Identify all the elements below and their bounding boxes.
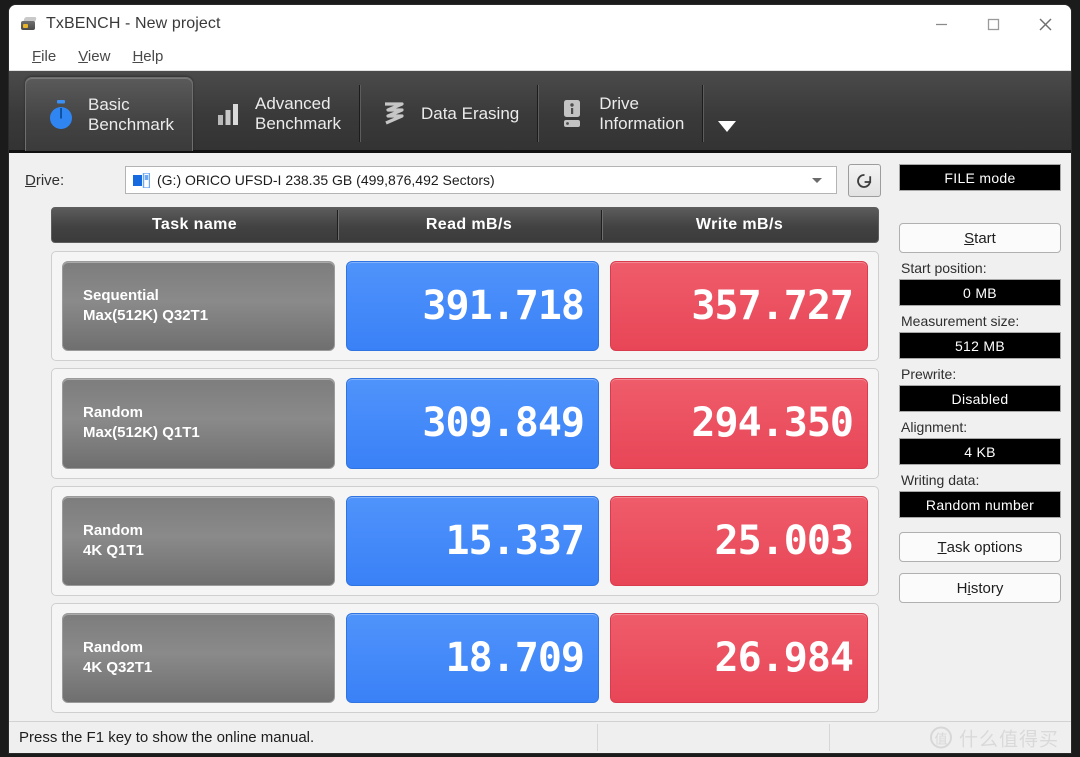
window-controls xyxy=(915,5,1071,43)
status-divider xyxy=(597,724,598,751)
menu-file-label: F xyxy=(32,48,42,65)
minimize-button[interactable] xyxy=(915,5,967,43)
prewrite-value[interactable]: Disabled xyxy=(899,385,1061,412)
column-header-write: Write mB/s xyxy=(601,210,878,240)
menu-view[interactable]: View xyxy=(67,46,121,67)
refresh-button[interactable] xyxy=(848,163,881,197)
measurement-size-label: Measurement size: xyxy=(901,313,1020,329)
read-value-cell: 391.718 xyxy=(346,261,599,352)
write-value-cell: 294.350 xyxy=(610,378,868,469)
writing-data-value[interactable]: Random number xyxy=(899,491,1061,518)
drive-select[interactable]: (G:) ORICO UFSD-I 238.35 GB (499,876,492… xyxy=(125,166,837,194)
task-name-line1: Random xyxy=(83,404,143,422)
drive-label: Drive: xyxy=(25,171,65,189)
task-name-line2: 4K Q32T1 xyxy=(83,658,153,676)
task-name-cell[interactable]: Random Max(512K) Q1T1 xyxy=(62,378,335,469)
write-value-cell: 357.727 xyxy=(610,261,868,352)
hdd-icon xyxy=(20,15,38,33)
tab-overflow-button[interactable] xyxy=(702,77,752,150)
write-value-cell: 26.984 xyxy=(610,612,868,703)
task-name-line1: Sequential xyxy=(83,287,159,305)
start-position-label: Start position: xyxy=(901,260,987,276)
column-header-read: Read mB/s xyxy=(337,210,601,240)
task-name-cell[interactable]: Sequential Max(512K) Q32T1 xyxy=(62,261,335,352)
bar-chart-icon xyxy=(211,95,245,133)
tab-basic-benchmark[interactable]: Basic Benchmark xyxy=(25,77,193,151)
write-value-cell: 25.003 xyxy=(610,495,868,586)
settings-sidebar: FILE mode Start Start position: 0 MB Mea… xyxy=(893,153,1071,721)
start-position-value[interactable]: 0 MB xyxy=(899,279,1061,306)
close-button[interactable] xyxy=(1019,5,1071,43)
task-name-line1: Random xyxy=(83,638,143,656)
disk-drive-icon xyxy=(133,171,151,189)
task-name-line2: Max(512K) Q1T1 xyxy=(83,424,200,442)
tab-basic-benchmark-label: Basic Benchmark xyxy=(88,94,174,134)
menu-help-rest: elp xyxy=(143,48,164,65)
file-mode-button[interactable]: FILE mode xyxy=(899,164,1061,191)
tab-advanced-benchmark-label: Advanced Benchmark xyxy=(254,93,341,133)
menu-help[interactable]: Help xyxy=(121,46,174,67)
read-value-cell: 18.709 xyxy=(346,612,599,703)
watermark-badge: 值 xyxy=(929,726,952,749)
tab-advanced-benchmark[interactable]: Advanced Benchmark xyxy=(193,77,359,150)
drive-selector-row: Drive: (G:) ORICO UFSD-I 238.35 GB (499,… xyxy=(9,153,893,207)
menu-file-rest: ile xyxy=(41,48,57,65)
task-name-cell[interactable]: Random 4K Q1T1 xyxy=(62,495,335,586)
table-body: Sequential Max(512K) Q32T1 391.718 357.7… xyxy=(51,251,879,721)
status-bar: Press the F1 key to show the online manu… xyxy=(9,721,1071,753)
column-header-task-name: Task name xyxy=(151,216,238,233)
status-divider xyxy=(829,724,830,751)
chevron-down-icon xyxy=(812,178,822,183)
drive-value: (G:) ORICO UFSD-I 238.35 GB (499,876,492… xyxy=(157,172,495,188)
alignment-value[interactable]: 4 KB xyxy=(899,438,1061,465)
task-name-line1: Random xyxy=(83,521,143,539)
prewrite-label: Prewrite: xyxy=(901,366,957,382)
benchmark-panel: Drive: (G:) ORICO UFSD-I 238.35 GB (499,… xyxy=(9,153,893,721)
task-name-line2: 4K Q1T1 xyxy=(83,541,144,559)
results-table: Task name Read mB/s Write mB/s Sequentia… xyxy=(51,207,879,721)
main-content: Drive: (G:) ORICO UFSD-I 238.35 GB (499,… xyxy=(9,153,1071,721)
drive-info-icon xyxy=(555,95,589,133)
status-message: Press the F1 key to show the online manu… xyxy=(19,729,315,746)
chevron-down-icon xyxy=(718,121,737,132)
read-value-cell: 309.849 xyxy=(346,378,599,469)
table-row: Sequential Max(512K) Q32T1 391.718 357.7… xyxy=(51,251,879,362)
maximize-button[interactable] xyxy=(967,5,1019,43)
title-bar: TxBENCH - New project xyxy=(9,5,1071,43)
tab-drive-information-label: Drive Information xyxy=(599,93,685,133)
start-button[interactable]: Start xyxy=(899,223,1061,253)
table-row: Random 4K Q32T1 18.709 26.984 xyxy=(51,602,879,713)
window-title: TxBENCH - New project xyxy=(46,15,221,32)
table-row: Random Max(512K) Q1T1 309.849 294.350 xyxy=(51,368,879,479)
tab-data-erasing[interactable]: Data Erasing xyxy=(358,77,537,150)
writing-data-label: Writing data: xyxy=(901,472,980,488)
menu-view-rest: iew xyxy=(87,48,111,65)
shredder-icon xyxy=(377,95,411,133)
history-button[interactable]: Hi story xyxy=(899,573,1061,603)
stopwatch-icon xyxy=(44,96,78,134)
tab-drive-information[interactable]: Drive Information xyxy=(537,77,702,150)
task-name-cell[interactable]: Random 4K Q32T1 xyxy=(62,612,335,703)
table-header-row: Task name Read mB/s Write mB/s xyxy=(51,207,879,243)
menu-help-label: H xyxy=(132,48,144,65)
table-row: Random 4K Q1T1 15.337 25.003 xyxy=(51,485,879,596)
task-options-button[interactable]: Task options xyxy=(899,532,1061,562)
alignment-label: Alignment: xyxy=(901,419,968,435)
menu-bar: File View Help xyxy=(9,43,1071,71)
menu-view-label: V xyxy=(78,48,88,65)
read-value-cell: 15.337 xyxy=(346,495,599,586)
watermark-text: 什么值得买 xyxy=(958,729,1059,750)
application-window: TxBENCH - New project File View Help Bas… xyxy=(8,4,1072,754)
tab-bar: Basic Benchmark Advanced Benchmark Data … xyxy=(9,71,1071,153)
tab-data-erasing-label: Data Erasing xyxy=(420,103,520,123)
measurement-size-value[interactable]: 512 MB xyxy=(899,332,1061,359)
refresh-icon xyxy=(857,173,872,188)
menu-file[interactable]: File xyxy=(21,46,67,67)
task-name-line2: Max(512K) Q32T1 xyxy=(83,307,209,325)
watermark: 值 什么值得买 xyxy=(929,724,1059,751)
